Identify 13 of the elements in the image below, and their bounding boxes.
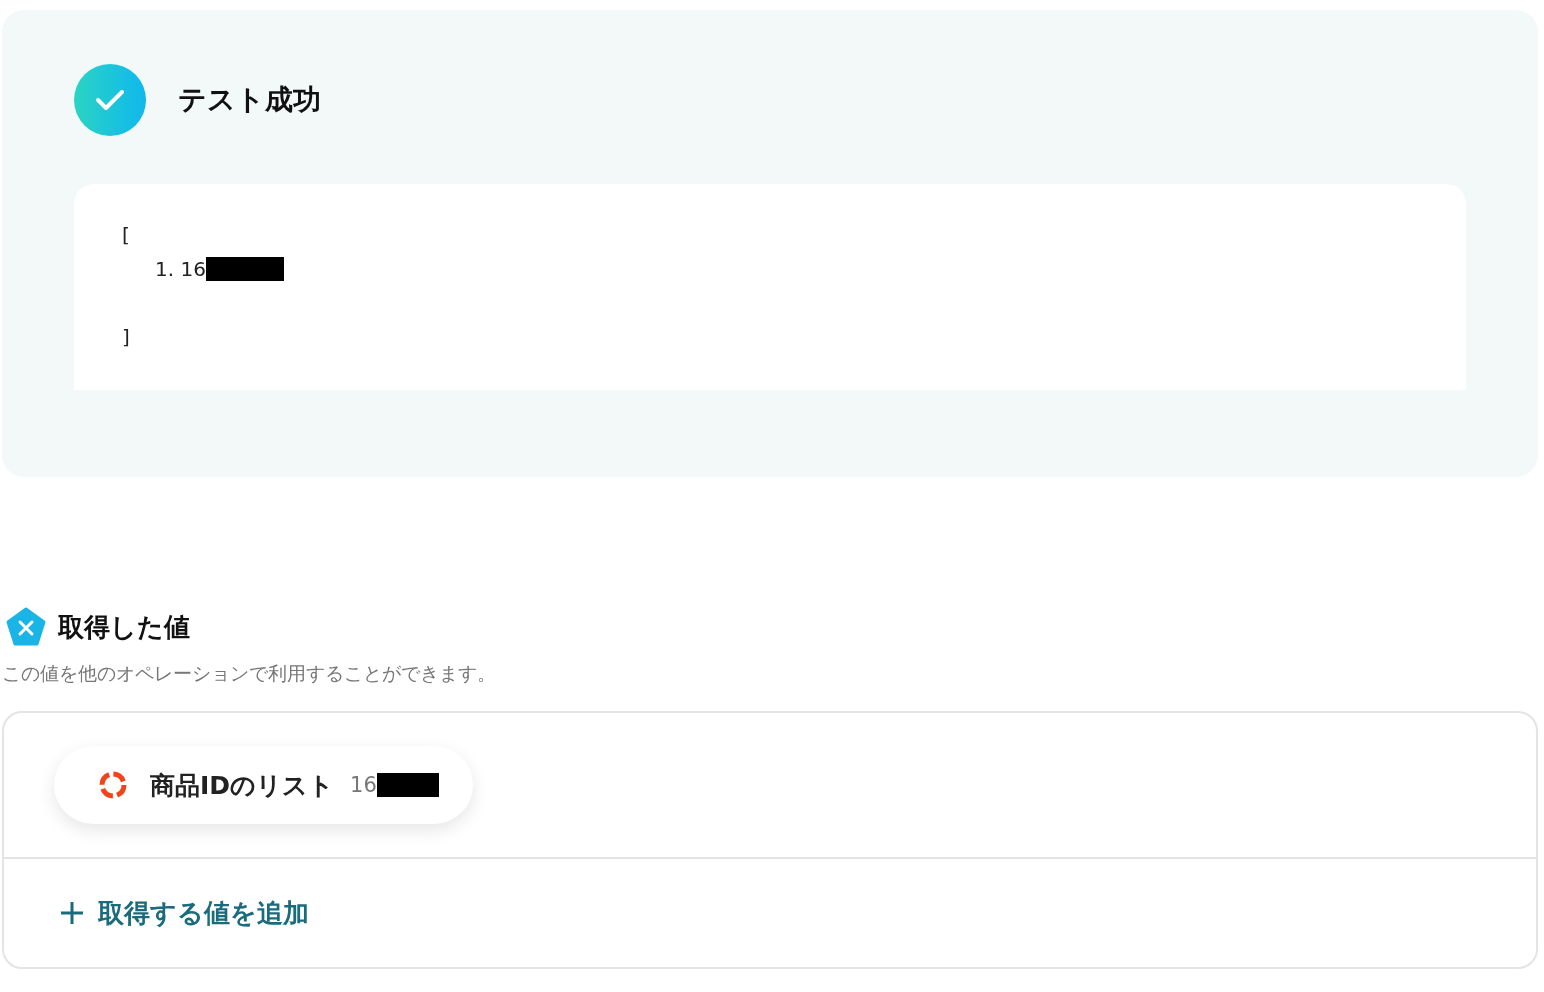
result-title: テスト成功 [178, 82, 321, 118]
value-chip[interactable]: 商品IDのリスト 16 [54, 746, 473, 824]
variable-icon [6, 607, 46, 647]
value-text: 16 [350, 773, 377, 797]
value-name: 商品IDのリスト [150, 769, 335, 802]
plus-icon [60, 901, 84, 925]
section-description: この値を他のオペレーションで利用することができます。 [2, 661, 497, 686]
add-value-button[interactable]: 取得する値を追加 [60, 895, 309, 931]
bracket-text: ] [122, 324, 130, 351]
bracket-text: [ [122, 222, 130, 249]
section-title: 取得した値 [58, 610, 190, 644]
list-item-text: 1. 16 [155, 256, 206, 283]
ring-icon [98, 770, 128, 800]
